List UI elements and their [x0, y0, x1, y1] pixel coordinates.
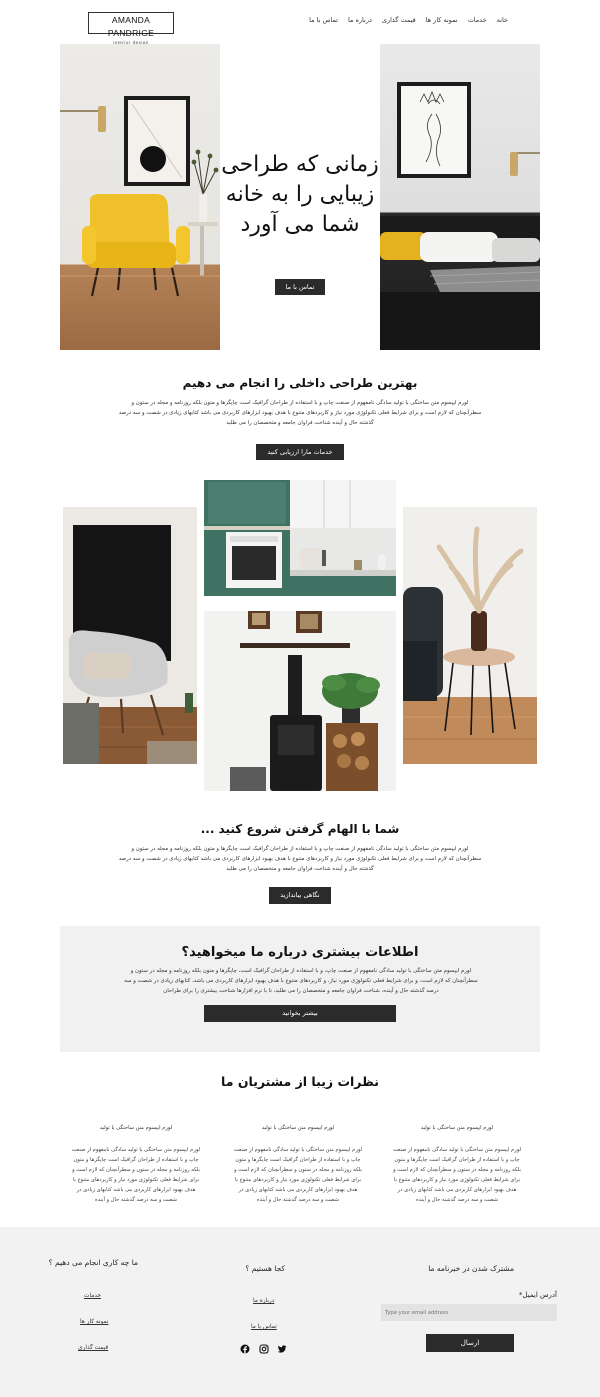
- testimonial-heading: لورم ایپسوم متن ساختگی با تولید: [99, 1125, 173, 1131]
- nav-item-home[interactable]: خانه: [497, 16, 508, 24]
- services-button[interactable]: خدمات مارا ارزیابی کنید: [256, 444, 344, 460]
- brand-name: AMANDA PANDRIGE: [107, 15, 155, 38]
- main-nav: خانه خدمات نمونه کار ها قیمت گذاری دربار…: [309, 16, 508, 24]
- hero-title: زمانی که طراحی زیبایی را به خانه شما می …: [221, 152, 379, 237]
- gallery-image-pampas-table: [403, 507, 537, 764]
- pampas-table-illustration: [403, 526, 537, 764]
- nav-item-portfolio[interactable]: نمونه کار ها: [426, 16, 458, 24]
- info-read-more-button[interactable]: بیشتر بخوانید: [204, 1005, 396, 1022]
- inspiration-button[interactable]: نگاهی بیاندازید: [269, 887, 331, 904]
- inspiration-body: لورم ایپسوم متن ساختگی با تولید سادگی نا…: [118, 846, 482, 872]
- email-label: آدرس ایمیل*: [518, 1291, 557, 1299]
- armchair-illustration: [60, 96, 220, 307]
- site-header: AMANDA PANDRIGE interior design خانه خدم…: [0, 0, 600, 45]
- stove-illustration: [230, 611, 380, 791]
- facebook-icon[interactable]: [240, 1344, 250, 1354]
- inspiration-title: شما با الهام گرفتن شروع کنید ...: [200, 822, 400, 836]
- testimonial-text: لورم ایپسوم متن ساختگی با تولید سادگی نا…: [71, 1147, 201, 1203]
- brand-logo[interactable]: AMANDA PANDRIGE interior design: [88, 12, 174, 45]
- testimonial-card: لورم ایپسوم متن ساختگی با تولید لورم ایپ…: [391, 1125, 523, 1205]
- footer-link-contact[interactable]: تماس با ما: [251, 1324, 277, 1330]
- nav-item-services[interactable]: خدمات: [468, 16, 487, 24]
- testimonial-text: لورم ایپسوم متن ساختگی با تولید سادگی نا…: [392, 1147, 522, 1203]
- footer-link-portfolio[interactable]: نمونه کار ها: [80, 1319, 109, 1325]
- testimonial-card: لورم ایپسوم متن ساختگی با تولید لورم ایپ…: [70, 1125, 202, 1205]
- gallery-image-lounge-chair: [63, 507, 197, 764]
- gallery-image-stove: [204, 611, 396, 791]
- hero-contact-button[interactable]: تماس با ما: [275, 279, 325, 295]
- testimonial-heading: لورم ایپسوم متن ساختگی با تولید: [261, 1125, 335, 1131]
- kitchen-illustration: [204, 480, 396, 596]
- info-body: لورم ایپسوم متن ساختگی با تولید سادگی نا…: [124, 968, 478, 994]
- lounge-chair-illustration: [63, 525, 197, 764]
- page: AMANDA PANDRIGE interior design خانه خدم…: [0, 0, 600, 1397]
- testimonial-card: لورم ایپسوم متن ساختگی با تولید لورم ایپ…: [232, 1125, 364, 1205]
- footer-link-services[interactable]: خدمات: [84, 1293, 101, 1299]
- testimonial-text: لورم ایپسوم متن ساختگی با تولید سادگی نا…: [233, 1147, 363, 1203]
- testimonials-title: نظرات زیبا از مشتریان ما: [221, 1074, 379, 1089]
- gallery-image-kitchen: [204, 480, 396, 596]
- newsletter-email-field[interactable]: [381, 1304, 557, 1321]
- nav-item-pricing[interactable]: قیمت گذاری: [382, 16, 416, 24]
- footer-link-about[interactable]: درباره ما: [253, 1298, 274, 1304]
- footer-link-pricing[interactable]: قیمت گذاری: [78, 1345, 108, 1351]
- hero-image-bedroom: [380, 44, 540, 350]
- newsletter-submit-button[interactable]: ارسال: [426, 1334, 514, 1352]
- testimonial-heading: لورم ایپسوم متن ساختگی با تولید: [420, 1125, 494, 1131]
- nav-item-contact[interactable]: تماس با ما: [309, 16, 338, 24]
- instagram-icon[interactable]: [259, 1344, 269, 1354]
- bedroom-illustration: [380, 82, 540, 350]
- footer-newsletter-title: مشترک شدن در خبرنامه ما: [428, 1264, 514, 1273]
- services-body: لورم ایپسوم متن ساختگی با تولید سادگی نا…: [118, 400, 482, 426]
- footer-services-title: ما چه کاری انجام می دهیم ؟: [48, 1258, 138, 1267]
- footer-where-title: کجا هستیم ؟: [245, 1264, 285, 1273]
- info-title: اطلاعات بیشتری درباره ما میخواهید؟: [181, 945, 419, 960]
- hero-image-armchair: [60, 44, 220, 350]
- nav-item-about[interactable]: درباره ما: [348, 16, 372, 24]
- services-title: بهترین طراحی داخلی را انجام می دهیم: [182, 376, 418, 390]
- twitter-icon[interactable]: [277, 1344, 287, 1354]
